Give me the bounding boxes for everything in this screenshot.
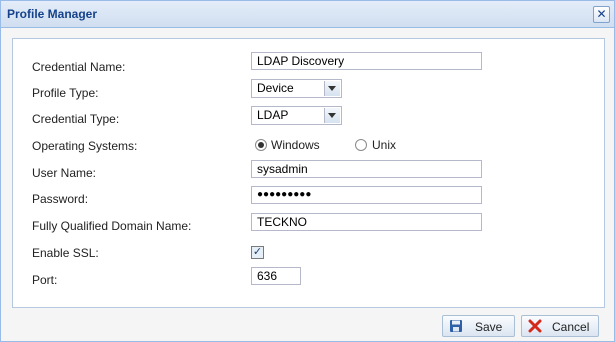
credential-name-label: Credential Name: (32, 60, 126, 74)
enable-ssl-checkbox[interactable]: ✓ (251, 246, 264, 259)
cancel-button[interactable]: Cancel (521, 315, 599, 337)
dialog-titlebar[interactable]: Profile Manager ✕ (1, 1, 614, 28)
credential-type-select[interactable]: LDAP (251, 106, 342, 125)
password-input[interactable]: ●●●●●●●●● (251, 186, 482, 204)
enable-ssl-label: Enable SSL: (32, 246, 99, 260)
form-panel: Credential Name: LDAP Discovery Profile … (12, 38, 605, 308)
operating-systems-label: Operating Systems: (32, 139, 138, 153)
floppy-disk-icon (450, 320, 462, 332)
chevron-down-icon[interactable] (324, 108, 340, 123)
save-button-label: Save (475, 320, 503, 334)
dialog-title: Profile Manager (7, 7, 98, 21)
credential-type-value: LDAP (257, 108, 289, 122)
user-name-label: User Name: (32, 166, 97, 180)
chevron-down-icon[interactable] (324, 81, 340, 96)
port-input[interactable]: 636 (251, 267, 301, 285)
profile-type-select[interactable]: Device (251, 79, 342, 98)
user-name-input[interactable]: sysadmin (251, 160, 482, 178)
close-icon[interactable]: ✕ (593, 6, 610, 23)
os-radio-unix[interactable] (355, 139, 367, 151)
os-radio-windows[interactable] (255, 139, 267, 151)
os-windows-label[interactable]: Windows (271, 138, 320, 152)
fqdn-label: Fully Qualified Domain Name: (32, 219, 192, 233)
os-unix-label[interactable]: Unix (372, 138, 396, 152)
fqdn-input[interactable]: TECKNO (251, 213, 482, 231)
port-label: Port: (32, 273, 58, 287)
save-button[interactable]: Save (442, 315, 515, 337)
credential-type-label: Credential Type: (32, 112, 120, 126)
credential-name-input[interactable]: LDAP Discovery (251, 52, 482, 70)
profile-type-value: Device (257, 81, 294, 95)
profile-type-label: Profile Type: (32, 86, 99, 100)
profile-manager-dialog: Profile Manager ✕ Credential Name: LDAP … (0, 0, 615, 342)
cancel-button-label: Cancel (552, 320, 590, 334)
red-x-icon (528, 319, 542, 333)
password-label: Password: (32, 192, 89, 206)
